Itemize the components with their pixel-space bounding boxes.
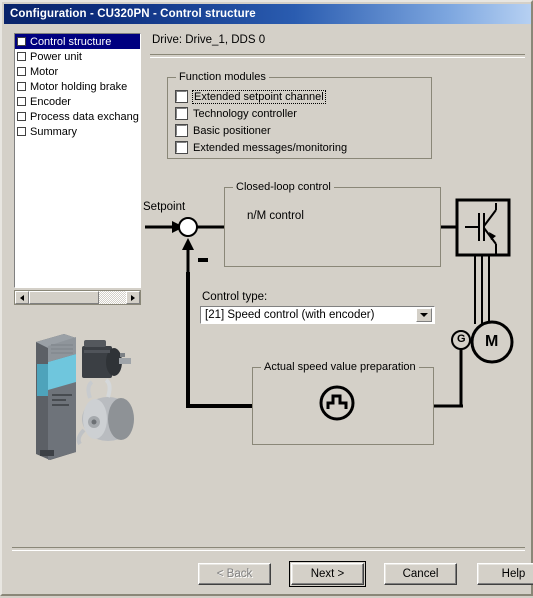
checkbox-extended-setpoint-channel[interactable]: Extended setpoint channel: [175, 88, 431, 105]
sidebar-item-summary[interactable]: Summary: [15, 124, 140, 139]
checkbox-label: Technology controller: [193, 107, 297, 120]
cancel-button[interactable]: Cancel: [384, 563, 457, 585]
checkbox-label: Basic positioner: [193, 124, 271, 137]
dialog-button-row: < Back Next > Cancel Help: [198, 561, 533, 587]
speed-preparation-title: Actual speed value preparation: [261, 361, 419, 373]
motor-label: M: [485, 333, 499, 350]
setpoint-label: Setpoint: [143, 201, 186, 213]
step-checkbox-icon: [17, 52, 26, 61]
sidebar-item-label: Power unit: [30, 50, 82, 63]
step-checkbox-icon: [17, 127, 26, 136]
feedback-arrow-icon: [182, 238, 194, 250]
window-title: Configuration - CU320PN - Control struct…: [10, 8, 256, 20]
window-titlebar: Configuration - CU320PN - Control struct…: [4, 4, 531, 24]
scroll-left-button[interactable]: [15, 291, 29, 304]
minus-sign-icon: [198, 258, 208, 262]
closed-loop-control-group: Closed-loop control n/M control: [224, 181, 441, 267]
product-photos: [36, 334, 134, 460]
chevron-down-icon: [420, 313, 428, 317]
sidebar-item-encoder[interactable]: Encoder: [15, 94, 140, 109]
dropdown-button[interactable]: [416, 308, 432, 322]
sidebar-item-process-data-exchange[interactable]: Process data exchang: [15, 109, 140, 124]
control-type-label: Control type:: [202, 291, 268, 303]
igbt-inverter-icon: [455, 198, 511, 257]
sidebar-item-motor-holding-brake[interactable]: Motor holding brake: [15, 79, 140, 94]
actual-speed-value-preparation-group: Actual speed value preparation: [252, 361, 434, 445]
function-modules-group: Function modules Extended setpoint chann…: [167, 71, 432, 159]
drive-module-photo: [36, 334, 76, 460]
configuration-dialog: Configuration - CU320PN - Control struct…: [0, 0, 533, 596]
checkbox-icon[interactable]: [175, 124, 188, 137]
checkbox-technology-controller[interactable]: Technology controller: [175, 105, 431, 122]
checkbox-label: Extended messages/monitoring: [193, 141, 348, 154]
scrollbar-track[interactable]: [29, 291, 126, 304]
checkbox-icon[interactable]: [175, 90, 188, 103]
step-list-horizontal-scrollbar[interactable]: [14, 290, 141, 305]
checkbox-icon[interactable]: [175, 141, 188, 154]
wizard-step-list[interactable]: Control structure Power unit Motor Motor…: [13, 32, 142, 289]
left-arrow-icon: [20, 294, 24, 301]
sidebar-item-label: Motor holding brake: [30, 80, 128, 93]
sidebar-item-label: Process data exchang: [30, 110, 139, 123]
encoder-label: G: [457, 333, 466, 345]
footer-separator: [12, 547, 525, 551]
step-checkbox-icon: [17, 112, 26, 121]
header-separator: [150, 54, 525, 58]
scroll-right-button[interactable]: [126, 291, 140, 304]
function-modules-title: Function modules: [176, 71, 269, 83]
sidebar-item-power-unit[interactable]: Power unit: [15, 49, 140, 64]
step-checkbox-icon: [17, 37, 26, 46]
next-button[interactable]: Next >: [289, 561, 366, 587]
closed-loop-title: Closed-loop control: [233, 181, 334, 193]
sidebar-item-control-structure[interactable]: Control structure: [15, 34, 140, 49]
help-button[interactable]: Help: [477, 563, 533, 585]
step-checkbox-icon: [17, 97, 26, 106]
control-type-value: [21] Speed control (with encoder): [205, 309, 375, 321]
sidebar-item-label: Summary: [30, 125, 78, 138]
control-type-dropdown[interactable]: [21] Speed control (with encoder): [200, 306, 435, 324]
sidebar-item-motor[interactable]: Motor: [15, 64, 140, 79]
checkbox-extended-messages-monitoring[interactable]: Extended messages/monitoring: [175, 139, 431, 156]
back-button[interactable]: < Back: [198, 563, 271, 585]
scrollbar-thumb[interactable]: [29, 291, 99, 304]
drive-label: Drive: Drive_1, DDS 0: [152, 34, 266, 46]
sidebar-item-label: Encoder: [30, 95, 71, 108]
summing-junction-icon: [178, 217, 198, 237]
sidebar-item-label: Control structure: [30, 35, 112, 48]
sidebar-item-label: Motor: [30, 65, 59, 78]
right-arrow-icon: [131, 294, 135, 301]
checkbox-label: Extended setpoint channel: [192, 89, 326, 104]
closed-loop-content: n/M control: [247, 210, 304, 222]
checkbox-basic-positioner[interactable]: Basic positioner: [175, 122, 431, 139]
setpoint-arrow-icon: [172, 221, 184, 233]
step-checkbox-icon: [17, 82, 26, 91]
encoder-photo: [76, 378, 134, 446]
step-checkbox-icon: [17, 67, 26, 76]
checkbox-icon[interactable]: [175, 107, 188, 120]
motor-photo: [82, 340, 131, 378]
